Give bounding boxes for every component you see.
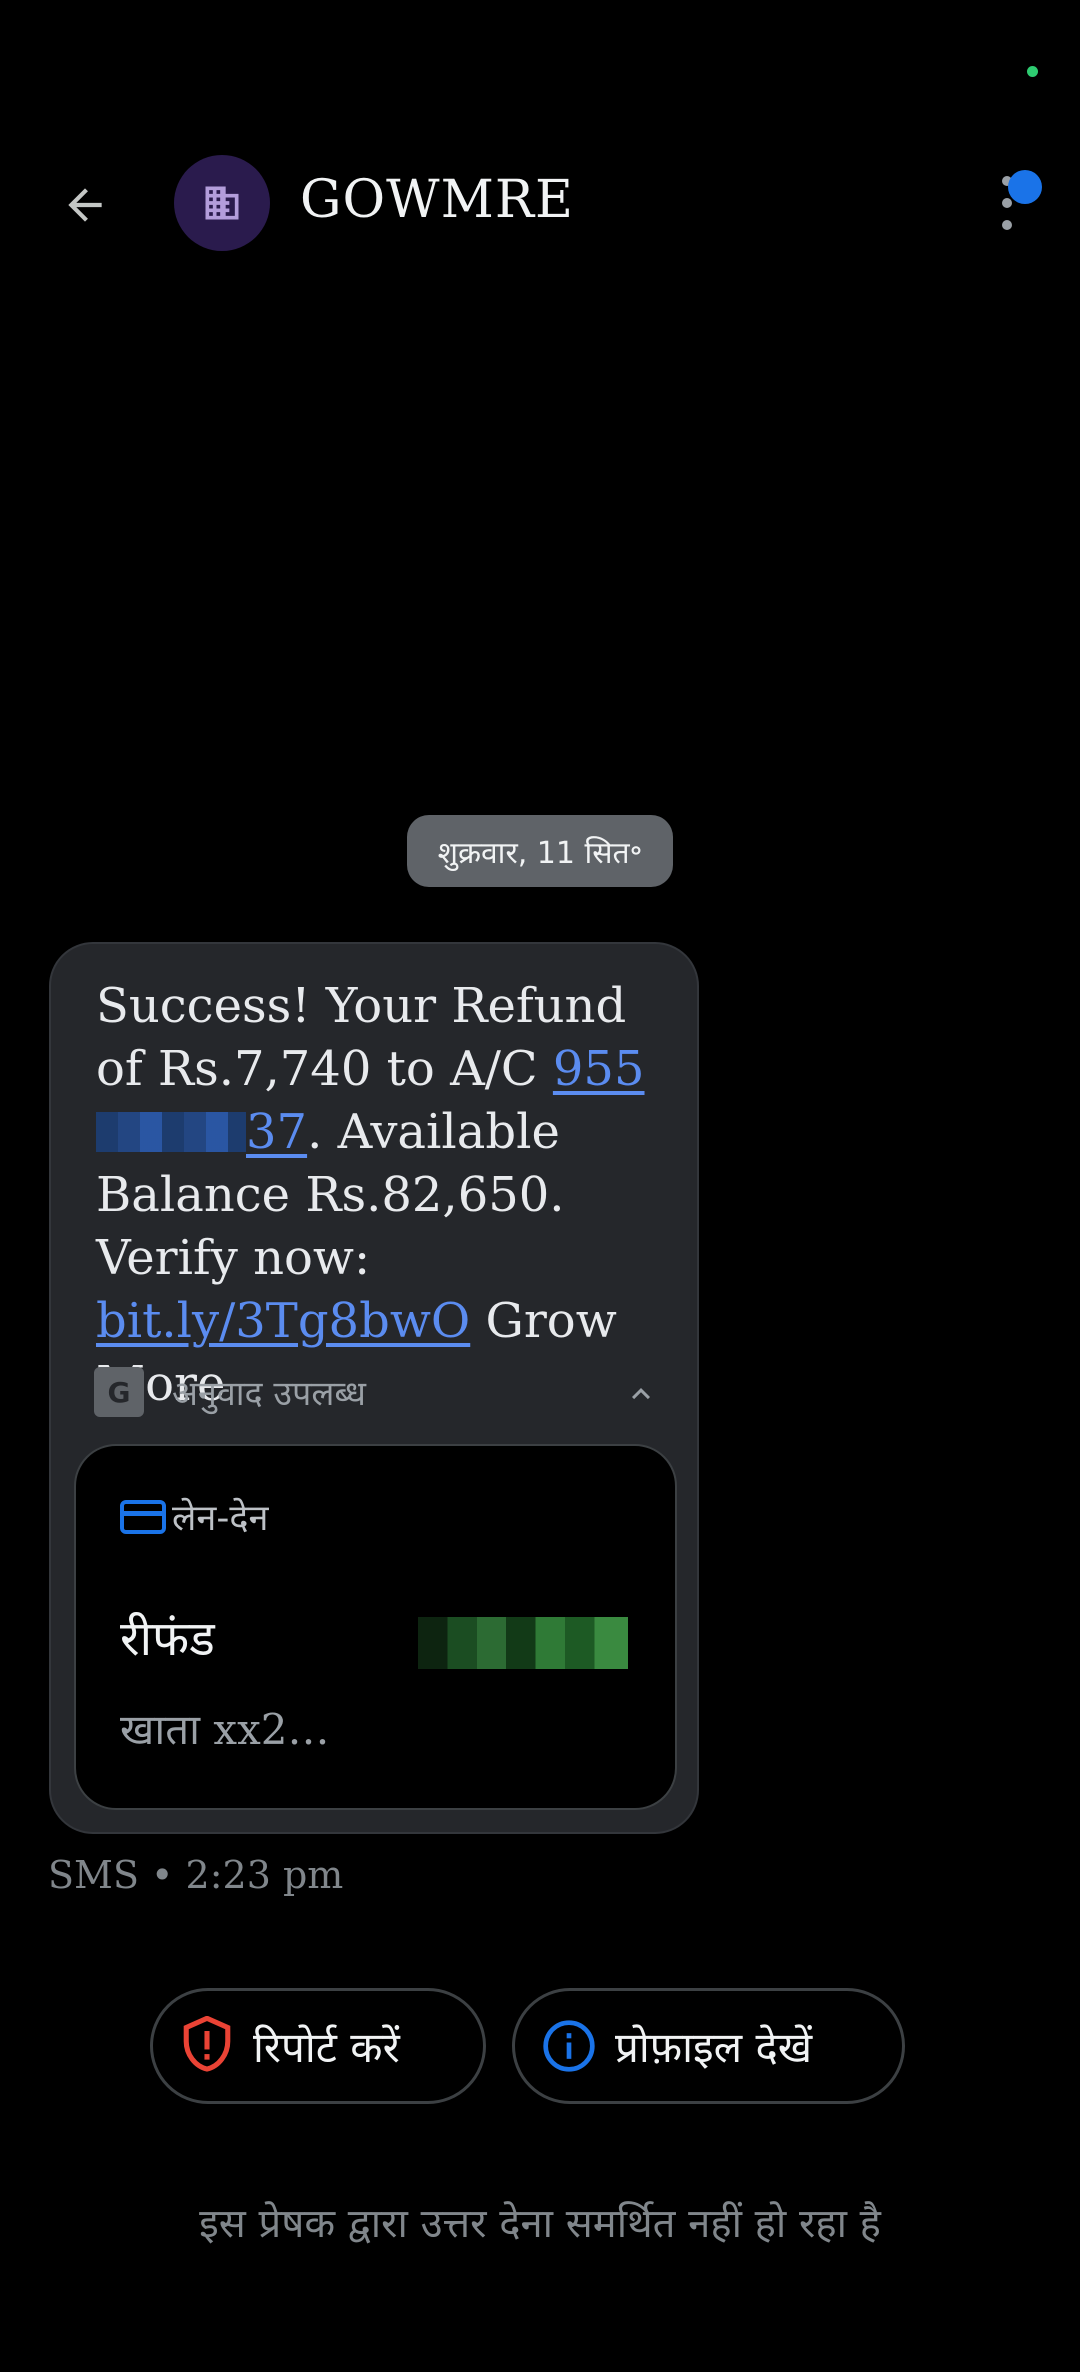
message-meta: SMS • 2:23 pm xyxy=(48,1853,344,1897)
back-button[interactable] xyxy=(46,170,124,240)
shield-alert-icon xyxy=(179,2016,235,2076)
report-button[interactable]: रिपोर्ट करें xyxy=(150,1988,486,2104)
chevron-up-icon xyxy=(632,1388,650,1400)
transaction-card-label: लेन-देन xyxy=(172,1498,269,1539)
redacted-digits xyxy=(96,1112,246,1152)
conversation-title: GOWMRE xyxy=(300,170,574,230)
arrow-left-icon xyxy=(68,188,102,222)
message-text-part: Success! Your Refund of Rs.7,740 to A/C xyxy=(96,978,627,1097)
collapse-button[interactable] xyxy=(618,1372,664,1416)
reply-not-supported-note: इस प्रेषक द्वारा उत्तर देना समर्थित नहीं… xyxy=(199,2201,881,2247)
date-divider-chip: शुक्रवार, 11 सित॰ xyxy=(407,815,673,887)
translation-label: अनुवाद उपलब्ध xyxy=(172,1374,366,1414)
view-profile-button-label: प्रोफ़ाइल देखें xyxy=(615,2022,813,2072)
transaction-account: खाता xx2… xyxy=(120,1705,330,1754)
url-link[interactable]: bit.ly/3Tg8bwO xyxy=(96,1293,470,1349)
redacted-amount xyxy=(418,1617,628,1669)
message-text: Success! Your Refund of Rs.7,740 to A/C … xyxy=(96,975,656,1416)
info-icon xyxy=(541,2016,597,2076)
translate-icon: G xyxy=(94,1367,144,1417)
sender-avatar[interactable] xyxy=(174,155,270,251)
report-button-label: रिपोर्ट करें xyxy=(253,2022,400,2072)
status-indicator-dot xyxy=(1027,66,1038,77)
building-icon xyxy=(205,186,239,220)
transaction-card-header: लेन-देन xyxy=(120,1492,268,1541)
credit-card-icon xyxy=(120,1499,166,1534)
translation-available-row[interactable]: G अनुवाद उपलब्ध xyxy=(94,1362,654,1422)
notification-dot xyxy=(1008,170,1042,204)
transaction-type: रीफंड xyxy=(120,1611,215,1667)
view-profile-button[interactable]: प्रोफ़ाइल देखें xyxy=(512,1988,905,2104)
